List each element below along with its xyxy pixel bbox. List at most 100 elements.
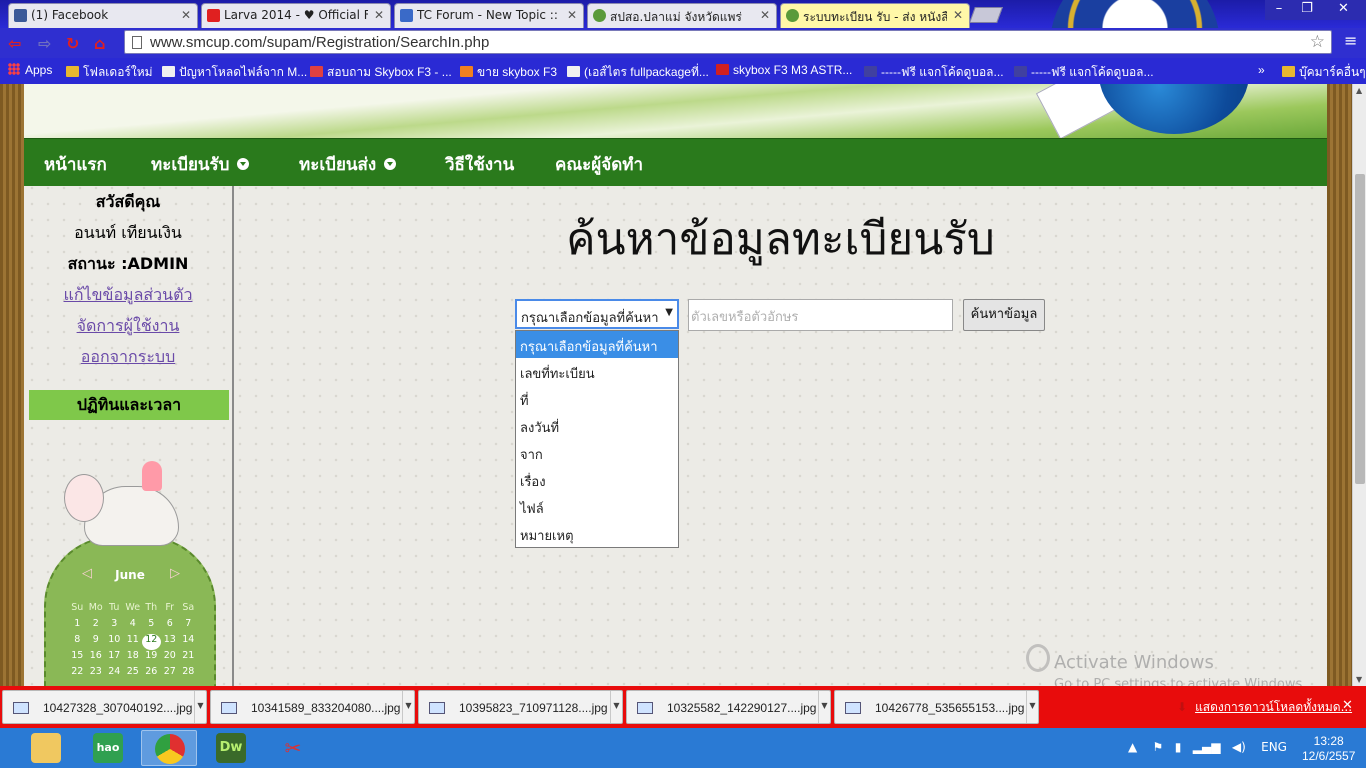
bookmark-apps[interactable]: Apps xyxy=(8,63,52,77)
calendar-day[interactable]: 28 xyxy=(179,666,198,682)
network-icon[interactable]: ▂▄▆ xyxy=(1193,740,1221,754)
calendar-day[interactable]: 15 xyxy=(68,650,87,666)
calendar-day[interactable]: 27 xyxy=(161,666,180,682)
chevron-down-icon[interactable]: ▼ xyxy=(610,691,622,723)
bookmark-free-code-2[interactable]: -----ฟรี แจกโค้ดดูบอล... xyxy=(1014,63,1154,82)
nav-received-register[interactable]: ทะเบียนรับ xyxy=(151,151,250,178)
bookmark-new-folder[interactable]: โฟลเดอร์ใหม่ xyxy=(66,63,153,82)
calendar-day[interactable]: 1 xyxy=(68,618,87,634)
address-bar[interactable]: www.smcup.com/supam/Registration/SearchI… xyxy=(124,30,1332,54)
bookmark-more-chevron[interactable]: » xyxy=(1258,63,1265,77)
chevron-down-icon[interactable]: ▼ xyxy=(402,691,414,723)
calendar-day[interactable]: 18 xyxy=(124,650,143,666)
close-icon[interactable]: ✕ xyxy=(953,8,963,22)
dropdown-option[interactable]: หมายเหตุ xyxy=(516,520,678,547)
calendar-day[interactable]: 25 xyxy=(124,666,143,682)
chrome-menu-icon[interactable]: ≡ xyxy=(1344,33,1360,49)
file-explorer-button[interactable] xyxy=(18,730,74,766)
calendar-day[interactable]: 2 xyxy=(87,618,106,634)
calendar-day[interactable]: 9 xyxy=(87,634,106,650)
bookmark-other[interactable]: บุ๊คมาร์คอื่นๆ xyxy=(1282,63,1366,82)
scroll-down-icon[interactable]: ▼ xyxy=(1356,675,1362,684)
new-tab-button[interactable] xyxy=(969,7,1003,23)
manage-users-link[interactable]: จัดการผู้ใช้งาน xyxy=(77,316,180,335)
search-input[interactable]: ตัวเลขหรือตัวอักษร xyxy=(688,299,953,331)
clock[interactable]: 13:28 12/6/2557 xyxy=(1302,734,1355,764)
bookmark-free-code-1[interactable]: -----ฟรี แจกโค้ดดูบอล... xyxy=(864,63,1004,82)
download-item[interactable]: 10427328_307040192....jpg ▼ xyxy=(2,690,207,724)
calendar-day[interactable]: 7 xyxy=(179,618,198,634)
calendar-day[interactable]: 21 xyxy=(179,650,198,666)
calendar-day[interactable]: 14 xyxy=(179,634,198,650)
calendar-day[interactable]: 20 xyxy=(161,650,180,666)
hao123-button[interactable]: hao xyxy=(80,730,136,766)
volume-icon[interactable]: ◀) xyxy=(1232,740,1246,754)
search-button[interactable]: ค้นหาข้อมูล xyxy=(963,299,1045,331)
calendar-day[interactable]: 6 xyxy=(161,618,180,634)
minimize-icon[interactable]: – xyxy=(1265,0,1293,20)
download-item[interactable]: 10325582_142290127....jpg ▼ xyxy=(626,690,831,724)
download-item[interactable]: 10426778_535655153....jpg ▼ xyxy=(834,690,1039,724)
flag-icon[interactable]: ⚑ xyxy=(1153,740,1164,754)
battery-icon[interactable]: ▮ xyxy=(1175,740,1182,754)
close-shelf-icon[interactable]: ✕ xyxy=(1342,698,1353,713)
scroll-up-icon[interactable]: ▲ xyxy=(1356,86,1362,95)
snipping-tool-button[interactable]: ✂ xyxy=(265,730,321,766)
calendar-day[interactable]: 5 xyxy=(142,618,161,634)
dropdown-option[interactable]: ไฟล์ xyxy=(516,493,678,520)
calendar-day[interactable]: 11 xyxy=(124,634,143,650)
bookmark-download-problem[interactable]: ปัญหาโหลดไฟล์จาก M... xyxy=(162,63,307,82)
dreamweaver-button[interactable]: Dw xyxy=(203,730,259,766)
close-icon[interactable]: ✕ xyxy=(374,8,384,22)
edit-profile-link[interactable]: แก้ไขข้อมูลส่วนตัว xyxy=(64,285,193,304)
nav-how-to-use[interactable]: วิธีใช้งาน xyxy=(445,151,514,178)
calendar-day[interactable]: 23 xyxy=(87,666,106,682)
download-item[interactable]: 10341589_833204080....jpg ▼ xyxy=(210,690,415,724)
calendar-day[interactable]: 19 xyxy=(142,650,161,666)
home-icon[interactable]: ⌂ xyxy=(94,34,105,53)
nav-credits[interactable]: คณะผู้จัดทำ xyxy=(555,151,643,178)
nav-home[interactable]: หน้าแรก xyxy=(44,151,107,178)
chevron-down-icon[interactable]: ▼ xyxy=(818,691,830,723)
forward-icon[interactable]: ⇨ xyxy=(38,34,51,53)
calendar-day[interactable]: 4 xyxy=(124,618,143,634)
chevron-down-icon[interactable]: ▼ xyxy=(1026,691,1038,723)
nav-sent-register[interactable]: ทะเบียนส่ง xyxy=(299,151,397,178)
dropdown-option[interactable]: กรุณาเลือกข้อมูลที่ค้นหา xyxy=(516,331,678,358)
dropdown-option[interactable]: เลขที่ทะเบียน xyxy=(516,358,678,385)
vertical-scrollbar[interactable]: ▲ ▼ xyxy=(1352,84,1366,686)
calendar-day[interactable]: 24 xyxy=(105,666,124,682)
tab-larva[interactable]: Larva 2014 - ♥ Official Full ✕ xyxy=(201,3,391,28)
dropdown-option[interactable]: เรื่อง xyxy=(516,466,678,493)
close-icon[interactable]: ✕ xyxy=(760,8,770,22)
scrollbar-thumb[interactable] xyxy=(1355,174,1365,484)
language-indicator[interactable]: ENG xyxy=(1261,740,1287,754)
calendar-day[interactable]: 26 xyxy=(142,666,161,682)
tab-registration[interactable]: ระบบทะเบียน รับ - ส่ง หนังสือร ✕ xyxy=(780,3,970,28)
logout-link[interactable]: ออกจากระบบ xyxy=(81,347,175,366)
calendar-next-icon[interactable]: ▷ xyxy=(170,566,180,581)
dropdown-option[interactable]: ลงวันที่ xyxy=(516,412,678,439)
calendar-day[interactable]: 17 xyxy=(105,650,124,666)
calendar-day[interactable]: 12 xyxy=(142,634,161,650)
bookmark-skybox-ask[interactable]: สอบถาม Skybox F3 - ... xyxy=(310,63,452,82)
bookmark-sell-skybox[interactable]: ขาย skybox F3 xyxy=(460,63,557,82)
download-item[interactable]: 10395823_710971128....jpg ▼ xyxy=(418,690,623,724)
calendar-day[interactable]: 3 xyxy=(105,618,124,634)
tab-facebook[interactable]: (1) Facebook ✕ xyxy=(8,3,198,28)
tab-tc-forum[interactable]: TC Forum - New Topic :: ✕ xyxy=(394,3,584,28)
chevron-down-icon[interactable]: ▼ xyxy=(194,691,206,723)
bookmark-star-icon[interactable]: ☆ xyxy=(1310,32,1325,52)
bookmark-fullpackage[interactable]: (เอส์ไตร fullpackageที่... xyxy=(567,63,709,82)
dropdown-option[interactable]: จาก xyxy=(516,439,678,466)
close-icon[interactable]: ✕ xyxy=(181,8,191,22)
show-all-downloads-link[interactable]: ⬇ แสดงการดาวน์โหลดทั้งหมด... xyxy=(1177,698,1352,717)
chrome-button[interactable] xyxy=(141,730,197,766)
tray-expand-icon[interactable]: ▲ xyxy=(1128,740,1137,754)
reload-icon[interactable]: ↻ xyxy=(66,34,79,53)
calendar-day[interactable]: 22 xyxy=(68,666,87,682)
tab-phrae[interactable]: สปสอ.ปลาแม่ จังหวัดแพร่ ✕ xyxy=(587,3,777,28)
calendar-day[interactable]: 13 xyxy=(161,634,180,650)
calendar-day[interactable]: 10 xyxy=(105,634,124,650)
restore-icon[interactable]: ❐ xyxy=(1293,0,1321,20)
